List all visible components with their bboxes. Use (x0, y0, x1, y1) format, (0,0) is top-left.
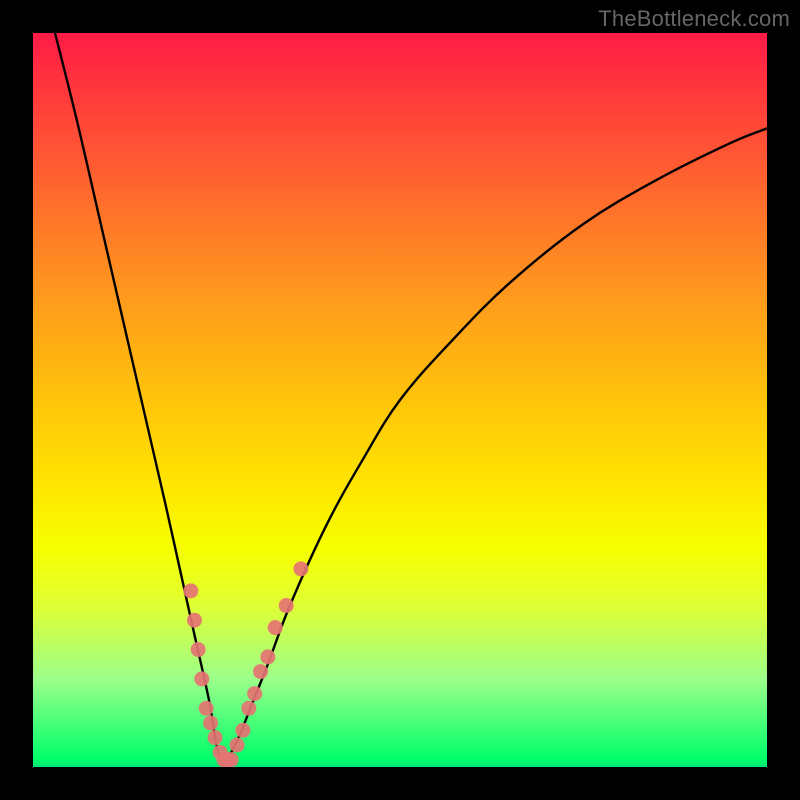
chart-frame: TheBottleneck.com (0, 0, 800, 800)
plot-area (33, 33, 767, 767)
data-dot (279, 598, 294, 613)
data-dot (208, 730, 223, 745)
data-dot (183, 583, 198, 598)
watermark-text: TheBottleneck.com (598, 6, 790, 32)
curve-svg (33, 33, 767, 767)
data-dot (253, 664, 268, 679)
data-dot (268, 620, 283, 635)
data-dot (293, 561, 308, 576)
data-dot (191, 642, 206, 657)
data-dot (241, 701, 256, 716)
data-dot (203, 715, 218, 730)
data-dot (247, 686, 262, 701)
data-dot (194, 671, 209, 686)
data-dot (187, 613, 202, 628)
data-dot (224, 752, 239, 767)
data-dot (199, 701, 214, 716)
data-dot (235, 723, 250, 738)
data-dot (230, 737, 245, 752)
bottleneck-curve-right_branch (224, 128, 767, 767)
data-dot (260, 649, 275, 664)
